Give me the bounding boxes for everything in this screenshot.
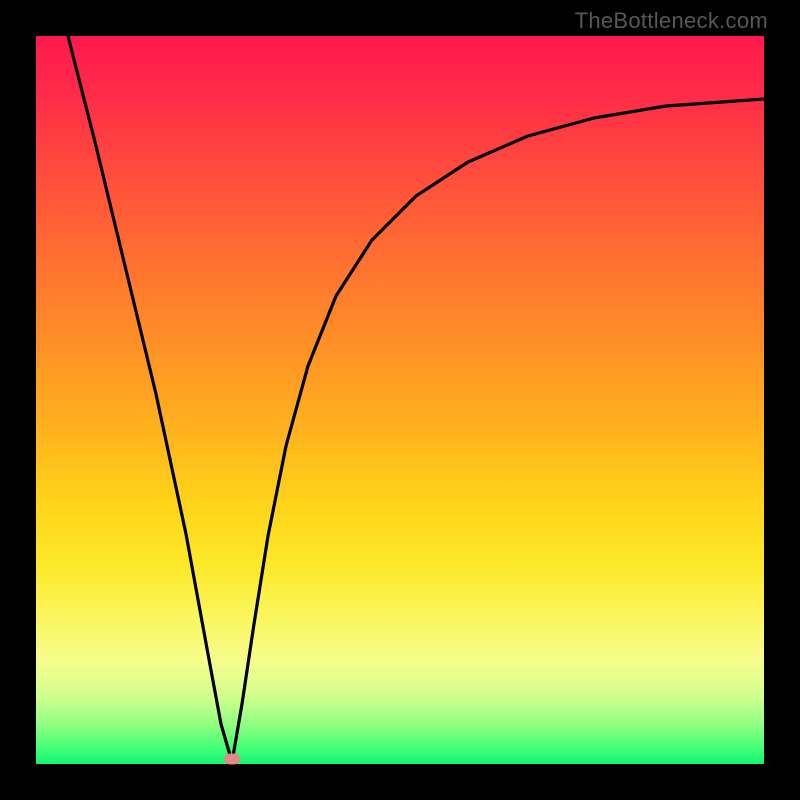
chart-frame: TheBottleneck.com	[0, 0, 800, 800]
watermark-text: TheBottleneck.com	[575, 8, 768, 34]
curve-path	[68, 36, 764, 762]
bottleneck-curve	[36, 36, 764, 764]
plot-area	[36, 36, 764, 764]
optimum-marker	[224, 754, 240, 765]
